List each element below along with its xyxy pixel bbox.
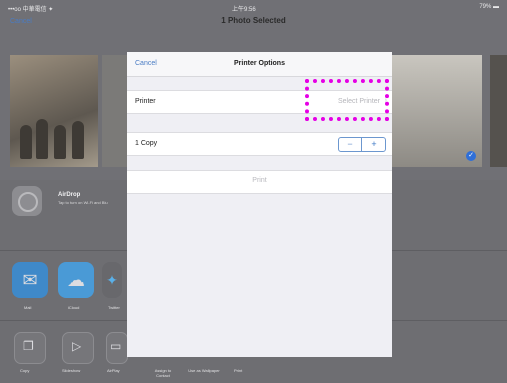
print-label: Print	[252, 177, 267, 184]
photo-thumbnail[interactable]	[102, 55, 128, 167]
mail-app-icon[interactable]: ✉	[12, 262, 48, 298]
app-label-twitter: Twitter	[108, 305, 120, 310]
action-label-assign: Assign to Contact	[154, 368, 172, 378]
photo-figure	[36, 119, 48, 159]
copies-label: 1 Copy	[135, 140, 158, 147]
photo-figure	[72, 121, 84, 159]
carrier-signal: •••oo 中華電信 ✦	[8, 7, 54, 13]
copies-stepper[interactable]: − +	[338, 137, 386, 152]
printer-label: Printer	[135, 98, 156, 105]
clock: 上午9:56	[232, 7, 256, 13]
decrement-button[interactable]: −	[339, 138, 362, 151]
print-button[interactable]: Print	[127, 170, 392, 194]
slideshow-action-button[interactable]: ▷	[62, 332, 94, 364]
printer-options-title: Printer Options	[234, 60, 285, 67]
highlight-annotation	[305, 79, 389, 121]
photo-figure	[54, 125, 66, 159]
increment-button[interactable]: +	[363, 138, 385, 151]
status-bar: •••oo 中華電信 ✦ 上午9:56 79% ▬	[0, 0, 507, 14]
action-label-wallpaper: Use as Wallpaper	[188, 368, 220, 373]
page-title: 1 Photo Selected	[221, 16, 286, 25]
checkmark-icon: ✓	[466, 151, 476, 161]
action-label-slideshow: Slideshow	[62, 368, 81, 373]
photo-thumbnail-selected[interactable]: ✓	[382, 55, 482, 167]
photo-thumbnail[interactable]	[10, 55, 98, 167]
airdrop-subtitle: Tap to turn on Wi-Fi and Blu	[58, 200, 108, 205]
icloud-app-icon[interactable]: ☁	[58, 262, 94, 298]
app-label-mail: Mail	[24, 305, 32, 310]
battery: 79% ▬	[479, 4, 499, 10]
photo-figure	[20, 125, 32, 159]
photo-thumbnail[interactable]	[490, 55, 507, 167]
airplay-action-button[interactable]: ▭	[106, 332, 128, 364]
copy-action-button[interactable]: ❐	[14, 332, 46, 364]
copies-row: 1 Copy − +	[127, 132, 392, 156]
action-label-copy: Copy	[20, 368, 30, 373]
airdrop-title: AirDrop	[58, 192, 81, 198]
popover-header: Cancel Printer Options	[127, 52, 392, 77]
action-label-print: Print	[234, 368, 243, 373]
airdrop-icon[interactable]	[12, 186, 42, 216]
app-label-icloud: iCloud	[68, 305, 80, 310]
twitter-app-icon[interactable]: ✦	[102, 262, 122, 298]
action-label-airplay: AirPlay	[107, 368, 120, 373]
